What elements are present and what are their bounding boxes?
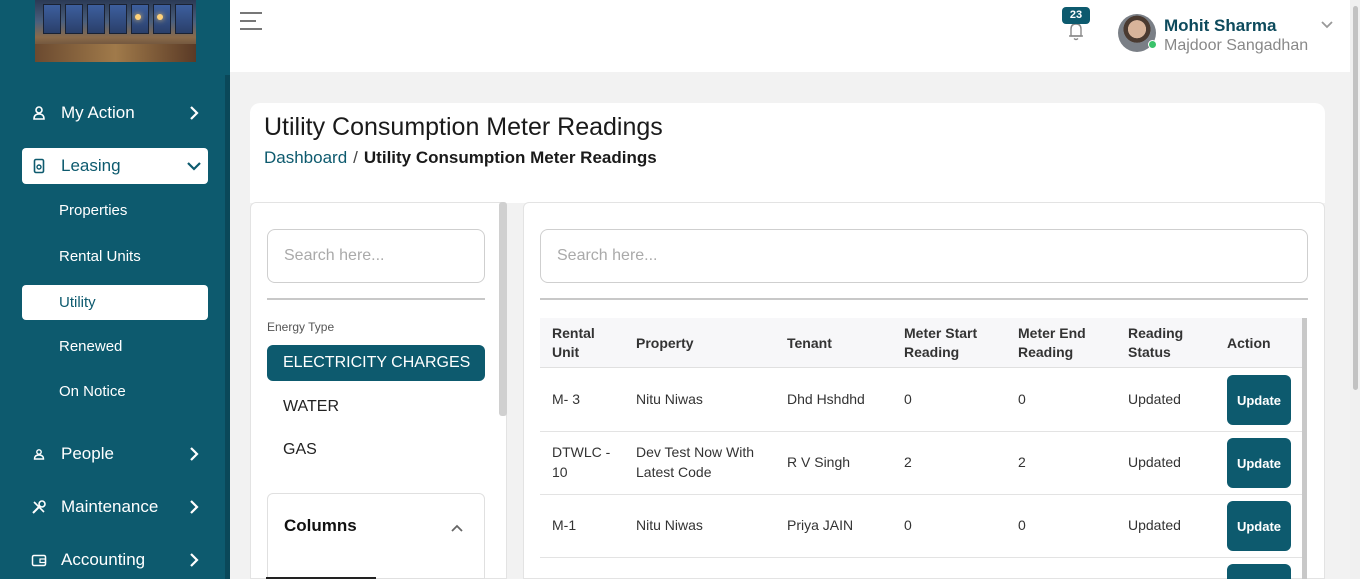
chevron-up-icon[interactable] bbox=[450, 520, 464, 532]
column-header-tenant[interactable]: Tenant bbox=[787, 334, 832, 353]
tools-icon bbox=[28, 499, 50, 515]
sidebar-item-label: My Action bbox=[61, 103, 135, 122]
cell-meter-start: 0 bbox=[904, 517, 912, 533]
energy-option-electricity[interactable]: ELECTRICITY CHARGES bbox=[267, 345, 485, 381]
energy-option-label: GAS bbox=[283, 441, 317, 458]
search-placeholder: Search here... bbox=[284, 247, 385, 264]
cell-property: Nitu Niwas bbox=[636, 391, 703, 407]
cell-meter-end: 0 bbox=[1018, 391, 1026, 407]
sidebar-subitem-renewed[interactable]: Renewed bbox=[22, 329, 208, 364]
top-header: 23 Mohit Sharma Majdoor Sangadhan bbox=[230, 0, 1360, 72]
update-button-partial[interactable] bbox=[1227, 564, 1291, 579]
chevron-right-icon bbox=[180, 446, 208, 462]
sidebar-item-people[interactable]: People bbox=[22, 436, 208, 472]
columns-section: Columns bbox=[267, 493, 485, 579]
chevron-down-icon[interactable] bbox=[1319, 18, 1335, 32]
document-icon bbox=[28, 158, 50, 174]
sidebar-subitem-label: Rental Units bbox=[59, 248, 141, 265]
user-organization: Majdoor Sangadhan bbox=[1164, 37, 1309, 54]
breadcrumb: Dashboard / Utility Consumption Meter Read… bbox=[264, 148, 657, 168]
brand-logo[interactable] bbox=[35, 0, 196, 62]
user-name[interactable]: Mohit Sharma bbox=[1164, 16, 1276, 36]
sidebar-item-label: Accounting bbox=[61, 550, 146, 569]
table-scrollbar[interactable] bbox=[1302, 318, 1307, 579]
energy-type-label: Energy Type bbox=[267, 320, 335, 334]
cell-tenant: R V Singh bbox=[787, 454, 851, 470]
columns-title[interactable]: Columns bbox=[284, 516, 357, 536]
sidebar-subitem-label: On Notice bbox=[59, 383, 126, 400]
chevron-down-icon bbox=[180, 161, 208, 171]
cell-status: Updated bbox=[1128, 391, 1181, 407]
sidebar-subitem-label: Utility bbox=[59, 294, 96, 311]
sidebar-item-my-action[interactable]: My Action bbox=[22, 95, 208, 131]
notification-badge[interactable]: 23 bbox=[1062, 7, 1090, 24]
cell-meter-end: 0 bbox=[1018, 517, 1026, 533]
filter-divider bbox=[267, 298, 485, 300]
update-button[interactable]: Update bbox=[1227, 501, 1291, 551]
column-header-meter-end[interactable]: Meter End Reading bbox=[1018, 324, 1086, 362]
breadcrumb-dashboard-link[interactable]: Dashboard bbox=[264, 148, 347, 167]
sidebar-subitem-properties[interactable]: Properties bbox=[22, 193, 208, 228]
table-row: M- 3 Nitu Niwas Dhd Hshdhd 0 0 Updated U… bbox=[540, 369, 1302, 432]
page-header-card: Utility Consumption Meter Readings Dashb… bbox=[250, 103, 1325, 203]
wallet-icon bbox=[28, 553, 50, 567]
cell-rental-unit: M- 3 bbox=[552, 391, 580, 407]
column-header-rental-unit[interactable]: Rental Unit bbox=[552, 324, 595, 362]
update-button[interactable]: Update bbox=[1227, 438, 1291, 488]
table-row: M-1 Nitu Niwas Priya JAIN 0 0 Updated Up… bbox=[540, 495, 1302, 558]
cell-property: Dev Test Now With Latest Code bbox=[636, 444, 754, 480]
page-title: Utility Consumption Meter Readings bbox=[264, 113, 663, 141]
sidebar-item-maintenance[interactable]: Maintenance bbox=[22, 489, 208, 525]
cell-rental-unit: DTWLC -10 bbox=[552, 444, 611, 480]
column-header-meter-start[interactable]: Meter Start Reading bbox=[904, 324, 977, 362]
sidebar-scrollbar[interactable] bbox=[225, 75, 230, 579]
column-header-action: Action bbox=[1227, 335, 1271, 351]
sidebar-subitem-label: Renewed bbox=[59, 338, 123, 355]
table-search-input[interactable]: Search here... bbox=[540, 229, 1308, 283]
people-icon bbox=[28, 448, 50, 460]
sidebar-item-label: People bbox=[61, 444, 114, 463]
search-placeholder: Search here... bbox=[557, 247, 658, 264]
table-divider bbox=[540, 298, 1308, 300]
cell-rental-unit: M-1 bbox=[552, 517, 577, 533]
cell-status: Updated bbox=[1128, 454, 1181, 470]
update-button[interactable]: Update bbox=[1227, 375, 1291, 425]
sidebar-item-label: Leasing bbox=[61, 156, 121, 175]
sidebar-subitem-label: Properties bbox=[59, 202, 128, 219]
cell-tenant: Dhd Hshdhd bbox=[787, 391, 865, 407]
user-icon bbox=[28, 105, 50, 121]
energy-option-water[interactable]: WATER bbox=[267, 389, 485, 425]
sidebar-item-leasing[interactable]: Leasing bbox=[22, 148, 208, 184]
sidebar-subitem-rental-units[interactable]: Rental Units bbox=[22, 239, 208, 274]
sidebar-subitem-on-notice[interactable]: On Notice bbox=[22, 374, 208, 409]
energy-option-label: WATER bbox=[283, 398, 339, 415]
breadcrumb-current: Utility Consumption Meter Readings bbox=[363, 148, 657, 167]
cell-tenant: Priya JAIN bbox=[787, 517, 854, 533]
sidebar-subitem-utility[interactable]: Utility bbox=[22, 285, 208, 320]
cell-meter-start: 0 bbox=[904, 391, 912, 407]
energy-option-label: ELECTRICITY CHARGES bbox=[283, 354, 471, 371]
breadcrumb-separator: / bbox=[353, 148, 358, 167]
cell-meter-start: 2 bbox=[904, 454, 912, 470]
cell-status: Updated bbox=[1128, 517, 1181, 533]
page-scrollbar[interactable] bbox=[1350, 0, 1360, 579]
sidebar: My Action Leasing Properties Rental Unit… bbox=[0, 0, 230, 579]
chevron-right-icon bbox=[180, 552, 208, 568]
chevron-right-icon bbox=[180, 499, 208, 515]
table-row: DTWLC -10 Dev Test Now With Latest Code R… bbox=[540, 432, 1302, 495]
sidebar-item-accounting[interactable]: Accounting bbox=[22, 542, 208, 578]
hamburger-menu-icon[interactable] bbox=[240, 12, 262, 32]
energy-option-gas[interactable]: GAS bbox=[267, 432, 485, 468]
column-header-property[interactable]: Property bbox=[636, 334, 694, 353]
filter-panel-scrollbar[interactable] bbox=[499, 202, 507, 416]
cell-meter-end: 2 bbox=[1018, 454, 1026, 470]
column-header-status[interactable]: Reading Status bbox=[1128, 324, 1183, 362]
online-status-indicator bbox=[1148, 40, 1157, 49]
filter-search-input[interactable]: Search here... bbox=[267, 229, 485, 283]
cell-property: Nitu Niwas bbox=[636, 517, 703, 533]
chevron-right-icon bbox=[180, 105, 208, 121]
sidebar-item-label: Maintenance bbox=[61, 497, 159, 516]
